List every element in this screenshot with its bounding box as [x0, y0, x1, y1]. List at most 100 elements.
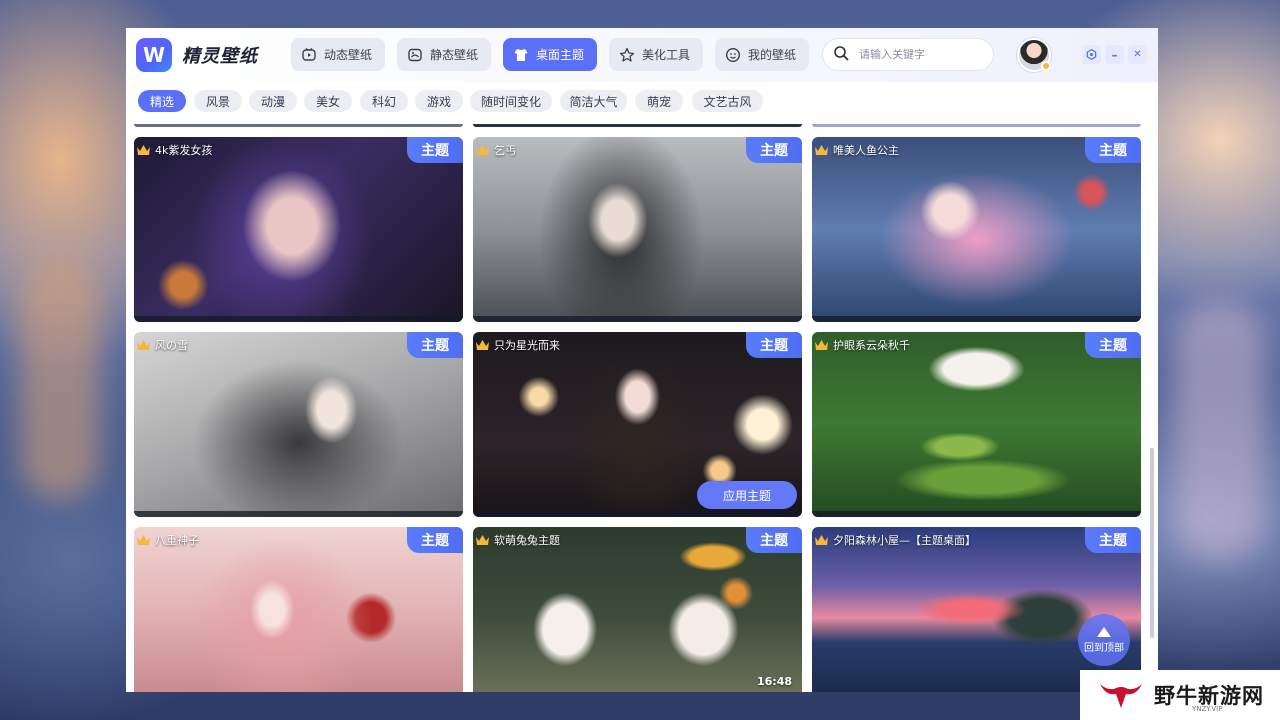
desktop-clock: 16:48	[756, 675, 792, 688]
previous-row-edge	[812, 124, 1141, 127]
card-title: 风の雪	[136, 337, 188, 353]
tab-desktop-theme[interactable]: 桌面主题	[503, 38, 597, 71]
wallpaper-preview	[812, 332, 1141, 517]
arrow-up-icon	[1097, 626, 1111, 637]
card-title-text: 乞丐	[494, 144, 516, 157]
theme-card[interactable]: 乞丐 主题	[473, 137, 802, 322]
theme-badge: 主题	[1085, 332, 1141, 358]
back-to-top-label: 回到顶部	[1084, 642, 1124, 654]
wallpaper-preview	[812, 137, 1141, 322]
taskbar-preview	[134, 511, 463, 517]
crown-icon	[815, 145, 828, 155]
category-pets[interactable]: 萌宠	[635, 90, 683, 112]
tab-static-wallpaper[interactable]: 静态壁纸	[397, 38, 491, 71]
app-logo-icon: W	[136, 38, 172, 72]
card-title: 软萌兔兔主题	[475, 532, 560, 548]
search-input[interactable]	[859, 48, 979, 61]
card-title-text: 4k紫发女孩	[155, 144, 213, 157]
theme-badge: 主题	[407, 137, 463, 163]
wallpaper-preview	[134, 137, 463, 322]
card-title: 唯美人鱼公主	[814, 142, 899, 158]
crown-icon	[476, 535, 489, 545]
taskbar-preview	[473, 316, 802, 322]
card-title: 乞丐	[475, 142, 516, 158]
theme-card[interactable]: 护眼系云朵秋千 主题	[812, 332, 1141, 517]
minimize-button[interactable]: –	[1105, 45, 1124, 64]
settings-icon	[1086, 49, 1097, 60]
crown-icon	[137, 340, 150, 350]
crown-icon	[476, 145, 489, 155]
background-blur-right	[1175, 300, 1265, 560]
site-watermark: 野牛新游网 YNZY.VIP	[1080, 670, 1280, 720]
card-title-text: 护眼系云朵秋千	[833, 339, 910, 352]
taskbar-preview	[473, 511, 802, 517]
category-label: 萌宠	[646, 94, 671, 109]
category-label: 简洁大气	[569, 94, 618, 109]
tab-beautify-tools[interactable]: 美化工具	[609, 38, 703, 71]
theme-badge: 主题	[746, 137, 802, 163]
crown-icon	[815, 535, 828, 545]
card-title: 夕阳森林小屋—【主题桌面】	[814, 532, 976, 548]
card-title: 八重神子	[136, 532, 199, 548]
vip-badge-icon	[1041, 61, 1051, 71]
watermark-subtext: YNZY.VIP	[1192, 705, 1223, 713]
theme-card[interactable]: 八重神子 主题	[134, 527, 463, 692]
apply-theme-button[interactable]: 应用主题	[697, 481, 797, 509]
wallpaper-grid: 4k紫发女孩 主题 乞丐 主题 唯美人鱼公主 主题 风の雪 主题 只为星光而来 …	[126, 124, 1158, 692]
theme-badge: 主题	[746, 527, 802, 553]
category-filter-bar: 精选 风景 动漫 美女 科幻 游戏 随时间变化 简洁大气 萌宠 文艺古风	[126, 88, 1158, 116]
tab-label: 我的壁纸	[748, 48, 797, 62]
title-bar: W 精灵壁纸 动态壁纸 静态壁纸 桌面主题 美化工具 我的壁纸 请输入关键字 –…	[126, 28, 1158, 82]
theme-card[interactable]: 风の雪 主题	[134, 332, 463, 517]
card-title: 只为星光而来	[475, 337, 560, 353]
theme-badge: 主题	[407, 527, 463, 553]
search-icon[interactable]	[833, 45, 849, 65]
category-minimal[interactable]: 简洁大气	[560, 90, 627, 112]
tab-label: 动态壁纸	[324, 48, 373, 62]
card-title-text: 唯美人鱼公主	[833, 144, 899, 157]
category-label: 动漫	[260, 94, 285, 109]
tab-label: 静态壁纸	[430, 48, 479, 62]
category-label: 科幻	[371, 94, 396, 109]
taskbar-preview	[812, 511, 1141, 517]
category-scifi[interactable]: 科幻	[360, 90, 408, 112]
theme-card[interactable]: 夕阳森林小屋—【主题桌面】 主题	[812, 527, 1141, 692]
search-bar	[822, 38, 994, 71]
category-anime[interactable]: 动漫	[249, 90, 297, 112]
category-games[interactable]: 游戏	[415, 90, 463, 112]
static-wallpaper-icon	[407, 47, 423, 63]
category-time-change[interactable]: 随时间变化	[470, 90, 552, 112]
category-label: 文艺古风	[703, 94, 752, 109]
theme-card[interactable]: 4k紫发女孩 主题	[134, 137, 463, 322]
close-button[interactable]: ✕	[1128, 45, 1147, 64]
card-title-text: 只为星光而来	[494, 339, 560, 352]
theme-card[interactable]: 唯美人鱼公主 主题	[812, 137, 1141, 322]
crown-icon	[476, 340, 489, 350]
taskbar-preview	[812, 316, 1141, 322]
bull-logo-icon	[1100, 684, 1142, 708]
crown-icon	[137, 535, 150, 545]
crown-icon	[815, 340, 828, 350]
category-featured[interactable]: 精选	[138, 90, 186, 112]
minimize-icon: –	[1111, 47, 1118, 62]
category-beauty[interactable]: 美女	[304, 90, 352, 112]
card-title-text: 夕阳森林小屋—【主题桌面】	[833, 534, 976, 547]
tab-label: 美化工具	[642, 48, 691, 62]
tab-dynamic-wallpaper[interactable]: 动态壁纸	[291, 38, 385, 71]
category-classic-style[interactable]: 文艺古风	[692, 90, 763, 112]
background-blur-left	[20, 260, 100, 500]
theme-badge: 主题	[746, 332, 802, 358]
card-title-text: 软萌兔兔主题	[494, 534, 560, 547]
category-label: 随时间变化	[480, 94, 541, 109]
category-scenery[interactable]: 风景	[194, 90, 242, 112]
tab-label: 桌面主题	[536, 48, 585, 62]
scrollbar[interactable]	[1150, 448, 1154, 638]
theme-badge: 主题	[407, 332, 463, 358]
card-title-text: 风の雪	[155, 339, 188, 352]
category-label: 精选	[149, 94, 174, 109]
theme-card[interactable]: 软萌兔兔主题 主题 16:48	[473, 527, 802, 692]
tab-my-wallpaper[interactable]: 我的壁纸	[715, 38, 809, 71]
back-to-top-button[interactable]: 回到顶部	[1078, 614, 1130, 666]
settings-button[interactable]	[1082, 45, 1101, 64]
theme-card[interactable]: 只为星光而来 主题 应用主题	[473, 332, 802, 517]
